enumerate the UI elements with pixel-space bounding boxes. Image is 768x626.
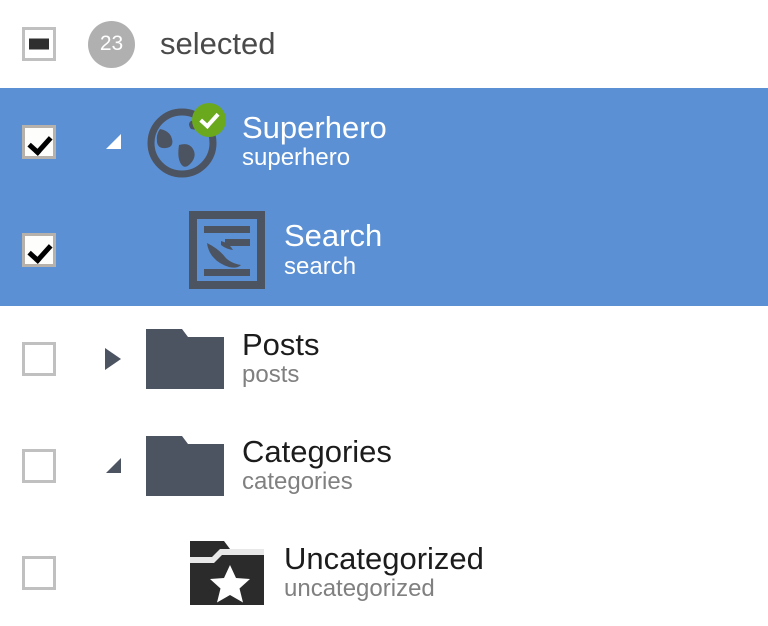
labels-uncategorized: Uncategorized uncategorized <box>284 540 484 604</box>
labels-posts: Posts posts <box>242 326 320 390</box>
tree-row-superhero[interactable]: Superhero superhero <box>0 88 768 195</box>
row-title: Search <box>284 218 383 254</box>
row-subtitle: uncategorized <box>284 575 435 603</box>
labels-search: Search search <box>284 218 383 281</box>
row-title: Posts <box>242 326 320 362</box>
row-checkbox-posts[interactable] <box>22 341 56 376</box>
folder-star-icon <box>190 540 264 605</box>
folder-icon <box>146 328 224 389</box>
row-subtitle: superhero <box>242 144 351 172</box>
chevron-expanded-icon[interactable] <box>105 134 121 149</box>
row-title: Uncategorized <box>284 540 484 576</box>
chevron-collapsed-icon[interactable] <box>105 347 121 370</box>
labels-superhero: Superhero superhero <box>242 109 387 173</box>
tree-row-uncategorized[interactable]: Uncategorized uncategorized <box>0 519 768 626</box>
globe-icon <box>146 102 226 179</box>
green-check-badge-icon <box>192 102 226 137</box>
select-all-checkbox[interactable] <box>22 27 56 61</box>
row-checkbox-search[interactable] <box>22 233 56 267</box>
row-checkbox-categories[interactable] <box>22 448 56 483</box>
icon-slot-search <box>184 211 270 289</box>
expander-slot-superhero[interactable] <box>84 134 142 149</box>
row-subtitle: search <box>284 252 357 280</box>
folder-icon <box>146 435 224 496</box>
tree-row-search[interactable]: Search search <box>0 195 768 305</box>
row-title: Categories <box>242 433 392 469</box>
labels-categories: Categories categories <box>242 433 392 497</box>
row-subtitle: posts <box>242 361 300 389</box>
content-tree-panel: 23 selected Superhero superhero Search s… <box>0 0 768 624</box>
chevron-expanded-icon[interactable] <box>105 458 121 473</box>
tree-row-categories[interactable]: Categories categories <box>0 412 768 519</box>
row-checkbox-superhero[interactable] <box>22 124 56 159</box>
icon-slot-posts <box>142 321 228 397</box>
icon-slot-uncategorized <box>184 535 270 611</box>
icon-slot-categories <box>142 428 228 504</box>
tree-rows: Superhero superhero Search search Posts … <box>0 88 768 626</box>
row-checkbox-uncategorized[interactable] <box>22 555 56 590</box>
row-title: Superhero <box>242 109 387 145</box>
tree-row-posts[interactable]: Posts posts <box>0 305 768 412</box>
expander-slot-categories[interactable] <box>84 458 142 473</box>
expander-slot-posts[interactable] <box>84 347 142 370</box>
icon-slot-superhero <box>142 102 228 179</box>
row-subtitle: categories <box>242 468 353 496</box>
search-page-icon <box>189 211 265 289</box>
selected-label: selected <box>160 26 276 61</box>
selected-count-badge: 23 <box>88 20 135 68</box>
selection-header: 23 selected <box>0 0 768 88</box>
